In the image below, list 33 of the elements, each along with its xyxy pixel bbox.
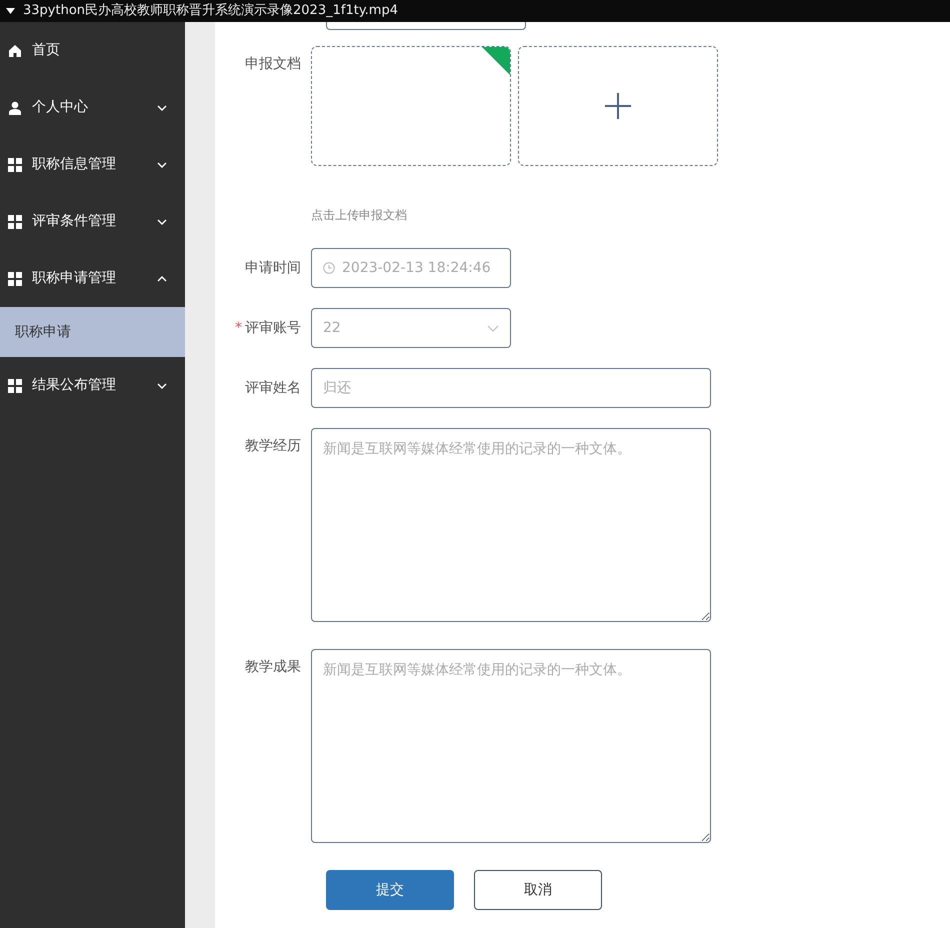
field-label: 申报文档 [245, 56, 301, 72]
cancel-button[interactable]: 取消 [474, 870, 602, 910]
sidebar-item[interactable]: 首页 [0, 22, 185, 79]
field-label: 教学成果 [245, 659, 301, 675]
field-label: 教学经历 [245, 438, 301, 454]
sidebar-subitem[interactable]: 职称申请 [0, 307, 185, 357]
submit-button[interactable]: 提交 [326, 870, 454, 910]
sidebar-item[interactable]: 个人中心 [0, 79, 185, 136]
upload-hint: 点击上传申报文档 [311, 207, 408, 224]
required-mark: * [235, 320, 242, 336]
uploaded-file[interactable] [311, 46, 511, 166]
sidebar-item[interactable]: 评审条件管理 [0, 193, 185, 250]
success-badge [482, 47, 510, 75]
user-icon [8, 100, 22, 114]
field-label: 评审姓名 [245, 380, 301, 396]
dropdown-icon[interactable] [6, 8, 15, 14]
grid-icon [8, 158, 22, 172]
sidebar-item[interactable]: 结果公布管理 [0, 357, 185, 414]
input-field[interactable] [326, 22, 526, 30]
sidebar-item[interactable]: 职称信息管理 [0, 136, 185, 193]
field-label: 评审账号 [245, 320, 301, 336]
window-title: 33python民办高校教师职称晋升系统演示录像2023_1f1ty.mp4 [23, 2, 398, 20]
text-area[interactable]: 新闻是互联网等媒体经常使用的记录的一种文体。 [311, 649, 711, 843]
field-label: 申请时间 [245, 260, 301, 276]
grid-icon [8, 378, 22, 392]
grid-icon [8, 214, 22, 228]
home-icon [8, 44, 22, 58]
plus-icon [604, 92, 632, 120]
clock-icon [323, 262, 335, 274]
sidebar-item[interactable]: 职称申请管理 [0, 250, 185, 307]
grid-icon [8, 272, 22, 286]
text-area[interactable]: 新闻是互联网等媒体经常使用的记录的一种文体。 [311, 428, 711, 622]
chevron-icon [487, 324, 499, 332]
